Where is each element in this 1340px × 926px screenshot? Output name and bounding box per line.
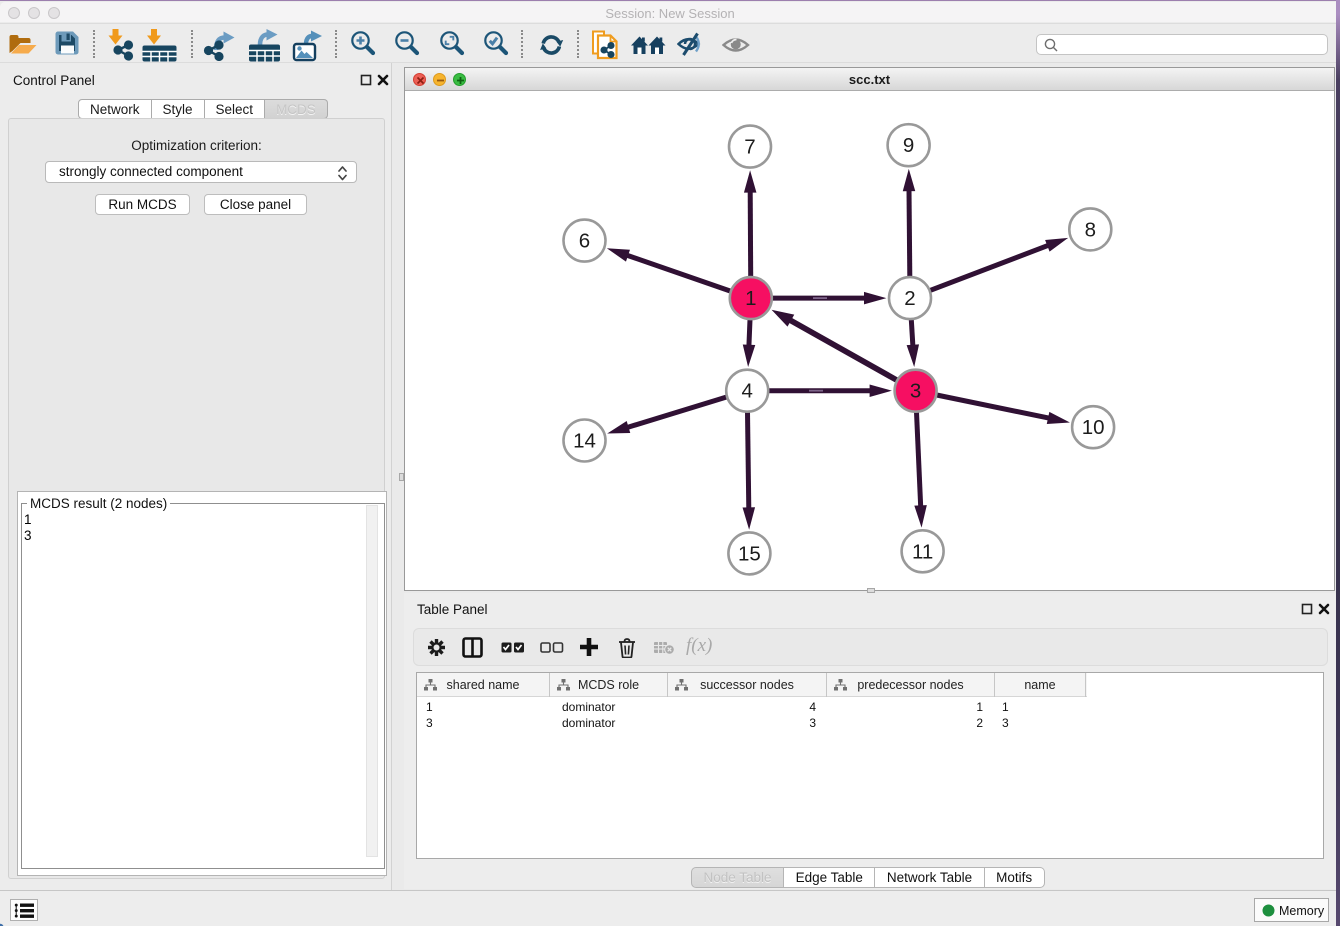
svg-text:4: 4: [741, 380, 752, 403]
svg-text:2: 2: [904, 287, 915, 310]
svg-text:9: 9: [903, 134, 914, 157]
svg-text:14: 14: [573, 430, 596, 453]
svg-text:6: 6: [579, 230, 590, 253]
svg-text:15: 15: [738, 542, 761, 565]
svg-text:3: 3: [910, 380, 921, 403]
svg-text:1: 1: [745, 287, 756, 310]
svg-text:7: 7: [744, 136, 755, 159]
svg-text:10: 10: [1082, 416, 1105, 439]
svg-text:8: 8: [1085, 218, 1096, 241]
svg-text:11: 11: [912, 540, 933, 563]
